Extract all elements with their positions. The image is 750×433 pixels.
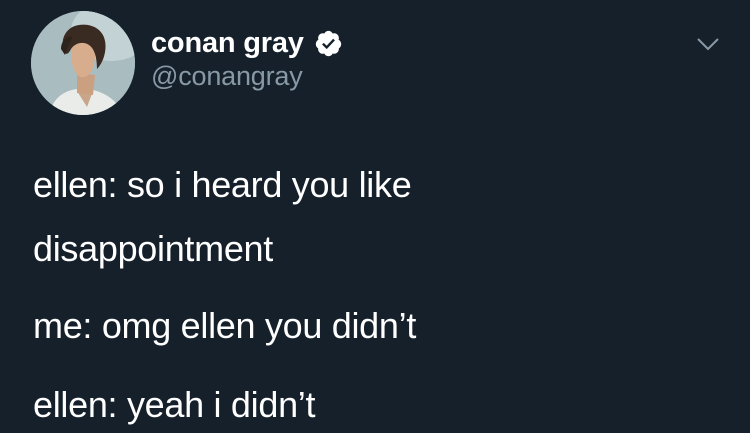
handle[interactable]: @conangray — [151, 61, 303, 92]
tweet-text-line: me: omg ellen you didn’t — [33, 305, 417, 346]
author-row: conan gray — [151, 25, 343, 61]
profile-photo-icon — [31, 11, 135, 115]
tweet-text-line: ellen: yeah i didn’t — [33, 384, 316, 425]
verified-badge-icon — [314, 29, 343, 58]
tweet-text-line: ellen: so i heard you like — [33, 164, 412, 205]
tweet-text-line: disappointment — [33, 228, 273, 269]
chevron-down-icon[interactable] — [695, 30, 721, 56]
avatar[interactable] — [31, 11, 135, 115]
display-name[interactable]: conan gray — [151, 27, 304, 60]
tweet-card: conan gray @conangray ellen: so i heard … — [0, 0, 750, 433]
